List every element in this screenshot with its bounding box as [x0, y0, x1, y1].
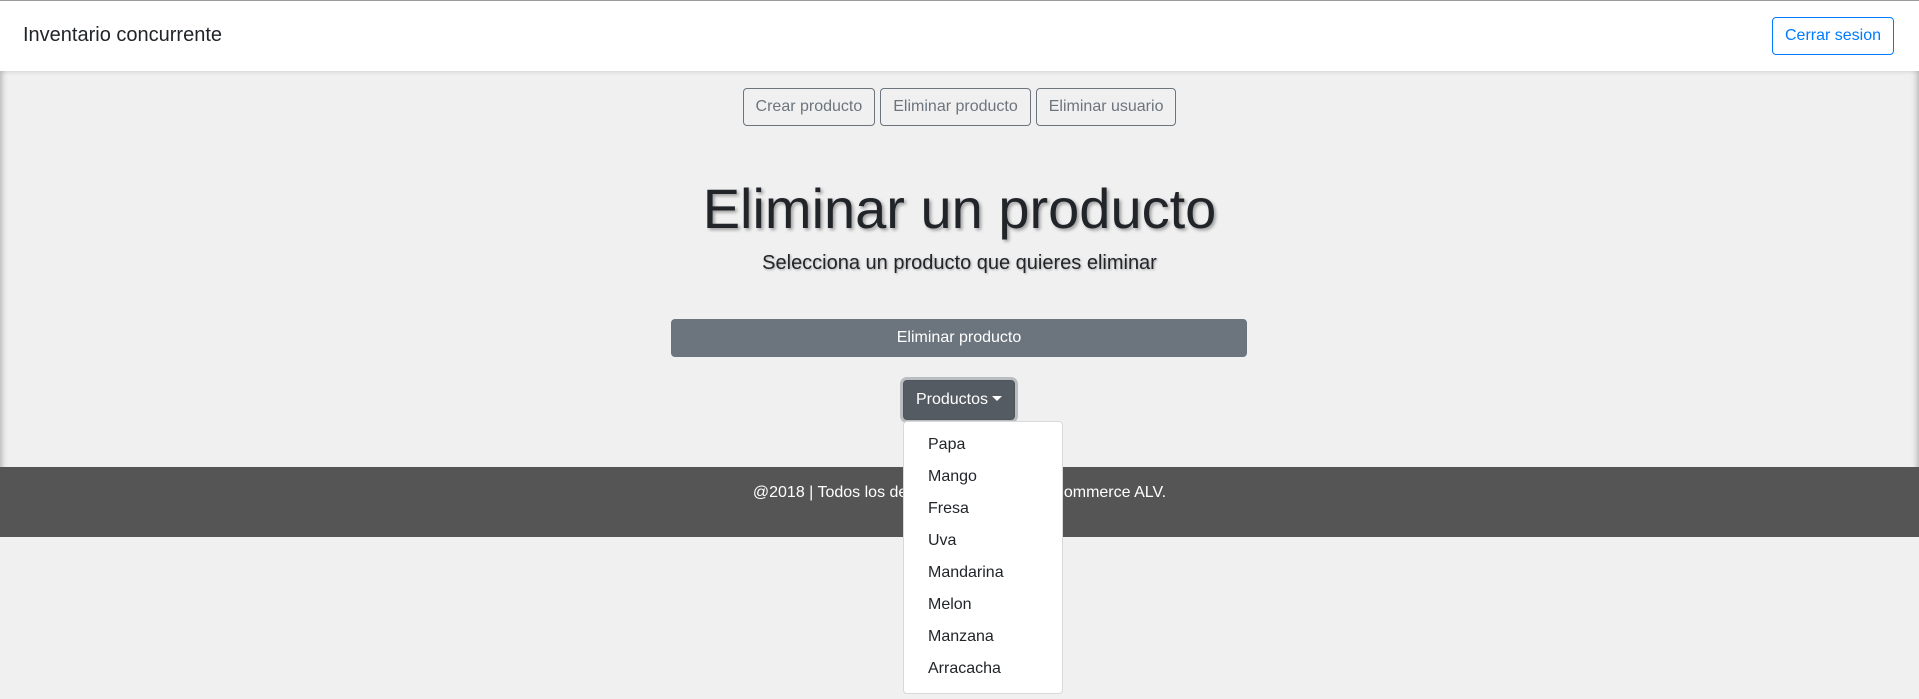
- dropdown-item-mango[interactable]: Mango: [904, 461, 1062, 493]
- main-content: Crear producto Eliminar producto Elimina…: [0, 71, 1919, 467]
- dropdown-item-melon[interactable]: Melon: [904, 589, 1062, 621]
- delete-product-nav-button[interactable]: Eliminar producto: [880, 88, 1031, 126]
- dropdown-item-manzana[interactable]: Manzana: [904, 621, 1062, 653]
- dropdown-item-arracacha[interactable]: Arracacha: [904, 653, 1062, 685]
- dropdown-item-uva[interactable]: Uva: [904, 525, 1062, 557]
- create-product-button[interactable]: Crear producto: [742, 88, 876, 126]
- logout-button[interactable]: Cerrar sesion: [1772, 17, 1894, 55]
- brand-title[interactable]: Inventario concurrente: [23, 24, 222, 47]
- dropdown-item-papa[interactable]: Papa: [904, 429, 1062, 461]
- navbar: Inventario concurrente Cerrar sesion: [0, 0, 1919, 71]
- products-dropdown-label: Productos: [915, 391, 989, 408]
- page-title: Eliminar un producto: [702, 177, 1217, 240]
- delete-product-submit-button[interactable]: Eliminar producto: [671, 319, 1247, 357]
- page-subtitle: Selecciona un producto que quieres elimi…: [762, 252, 1157, 274]
- products-dropdown-toggle[interactable]: Productos: [903, 380, 1015, 420]
- dropdown-item-fresa[interactable]: Fresa: [904, 493, 1062, 525]
- products-dropdown-menu: Papa Mango Fresa Uva Mandarina Melon Man…: [903, 421, 1063, 694]
- dropdown-item-mandarina[interactable]: Mandarina: [904, 557, 1062, 589]
- action-nav: Crear producto Eliminar producto Elimina…: [0, 88, 1919, 126]
- delete-user-button[interactable]: Eliminar usuario: [1035, 88, 1177, 126]
- caret-down-icon: [992, 396, 1003, 401]
